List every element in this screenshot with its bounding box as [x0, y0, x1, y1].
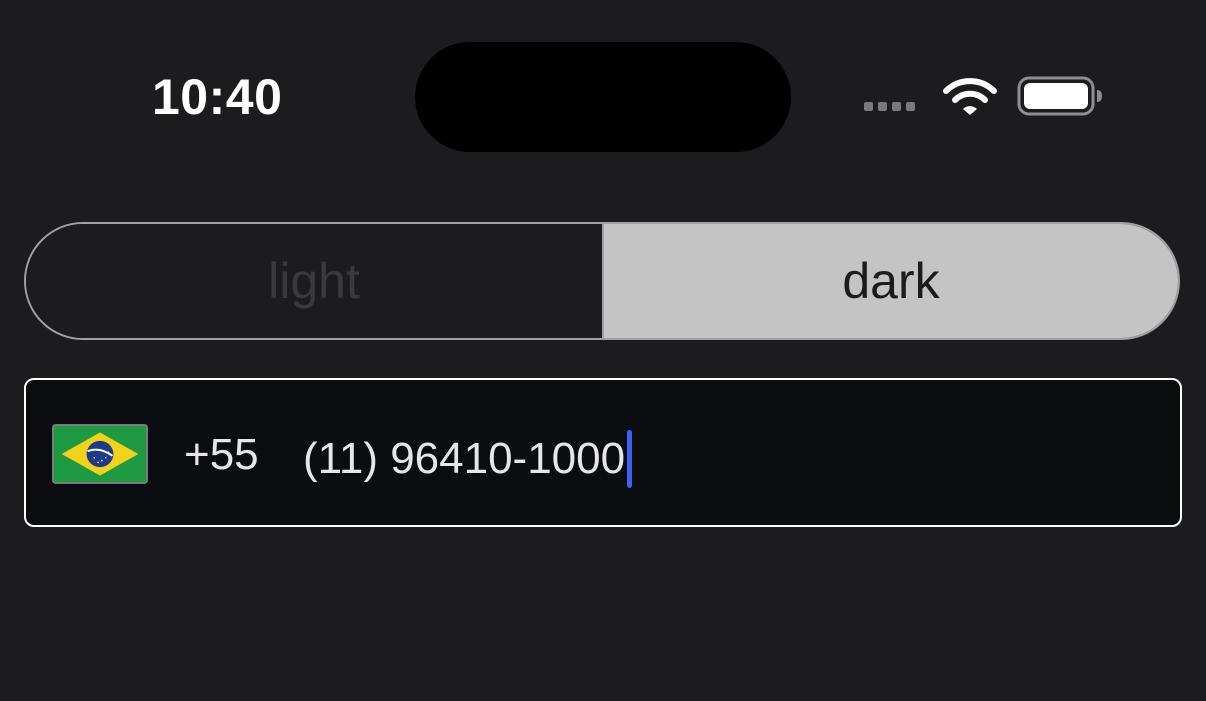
- phone-number-text: (11) 96410-1000: [303, 434, 626, 483]
- wifi-icon: [943, 78, 997, 115]
- battery-icon: [1017, 76, 1102, 116]
- phone-number-field[interactable]: +55 (11) 96410-1000: [24, 378, 1182, 527]
- phone-input-value[interactable]: (11) 96410-1000: [303, 430, 633, 488]
- text-caret: [627, 430, 633, 488]
- segment-light[interactable]: light: [26, 224, 602, 338]
- dynamic-island: [415, 42, 791, 152]
- theme-segmented-control: light dark: [24, 222, 1180, 340]
- brazil-flag-icon[interactable]: [52, 424, 148, 484]
- segment-dark[interactable]: dark: [602, 224, 1178, 338]
- dial-code: +55: [184, 430, 259, 479]
- status-time: 10:40: [152, 69, 283, 125]
- status-bar: 10:40: [0, 0, 1206, 180]
- signal-dots-icon: [864, 102, 915, 111]
